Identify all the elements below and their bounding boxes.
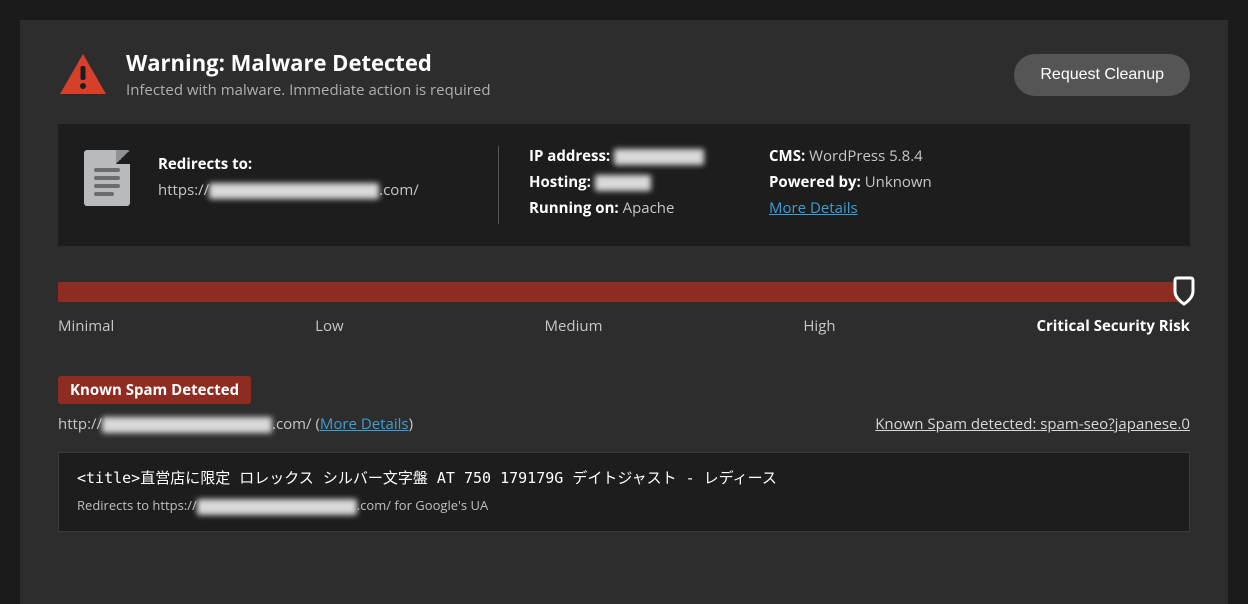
hosting-row: Hosting: — [529, 172, 759, 192]
risk-critical: Critical Security Risk — [1036, 316, 1190, 336]
redacted-domain — [209, 183, 379, 199]
risk-meter: Minimal Low Medium High Critical Securit… — [58, 282, 1190, 336]
warning-icon — [58, 52, 108, 96]
header-left: Warning: Malware Detected Infected with … — [58, 50, 491, 100]
more-details-row: More Details — [769, 198, 1164, 218]
page-title: Warning: Malware Detected — [126, 50, 491, 76]
risk-high: High — [803, 316, 835, 336]
redacted-spam-domain — [102, 417, 272, 433]
spam-row: http://.com/ (More Details) Known Spam d… — [58, 414, 1190, 434]
powered-row: Powered by: Unknown — [769, 172, 1164, 192]
security-panel: Warning: Malware Detected Infected with … — [20, 20, 1228, 604]
document-icon — [84, 150, 130, 206]
spam-title-line: <title>直営店に限定 ロレックス シルバー文字盤 AT 750 17917… — [77, 467, 1171, 488]
risk-minimal: Minimal — [58, 316, 114, 336]
header: Warning: Malware Detected Infected with … — [58, 50, 1190, 100]
spam-section: Known Spam Detected http://.com/ (More D… — [58, 376, 1190, 532]
redacted-ip — [614, 149, 704, 165]
redirect-url: https://.com/ — [158, 180, 488, 200]
meta-column: CMS: WordPress 5.8.4 Powered by: Unknown… — [759, 146, 1164, 224]
redirect-label: Redirects to: — [158, 154, 488, 174]
cms-row: CMS: WordPress 5.8.4 — [769, 146, 1164, 166]
spam-detected-link[interactable]: Known Spam detected: spam-seo?japanese.0 — [875, 414, 1190, 434]
running-row: Running on: Apache — [529, 198, 759, 218]
site-info-box: Redirects to: https://.com/ IP address: … — [58, 124, 1190, 246]
spam-more-details-link[interactable]: More Details — [320, 414, 409, 434]
spam-url: http://.com/ (More Details) — [58, 414, 413, 434]
risk-medium: Medium — [545, 316, 603, 336]
risk-scale: Minimal Low Medium High Critical Securit… — [58, 316, 1190, 336]
ip-row: IP address: — [529, 146, 759, 166]
redacted-host — [595, 175, 651, 191]
risk-bar — [58, 282, 1190, 302]
risk-marker-icon — [1173, 276, 1195, 306]
server-column: IP address: Hosting: Running on: Apache — [529, 146, 759, 224]
spam-code-box: <title>直営店に限定 ロレックス シルバー文字盤 AT 750 17917… — [58, 452, 1190, 532]
request-cleanup-button[interactable]: Request Cleanup — [1014, 54, 1190, 96]
spam-badge: Known Spam Detected — [58, 376, 251, 404]
page-subtitle: Infected with malware. Immediate action … — [126, 80, 491, 100]
more-details-link[interactable]: More Details — [769, 198, 858, 218]
spam-redirect-line: Redirects to https://.com/ for Google's … — [77, 496, 1171, 515]
header-text: Warning: Malware Detected Infected with … — [126, 50, 491, 100]
redirect-column: Redirects to: https://.com/ — [158, 146, 488, 200]
vertical-divider — [498, 146, 499, 224]
risk-low: Low — [315, 316, 343, 336]
redacted-redirect-domain — [197, 499, 357, 515]
